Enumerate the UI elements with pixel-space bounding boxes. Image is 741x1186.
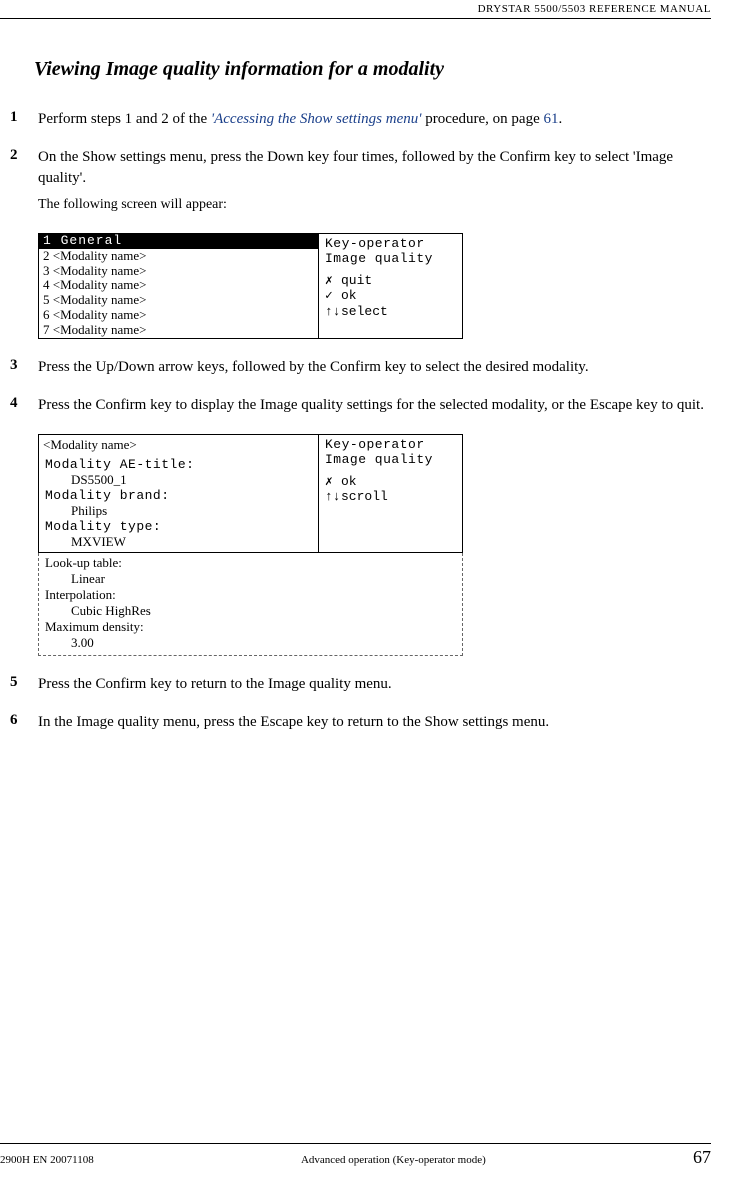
footer-page-number: 67 (693, 1147, 711, 1168)
field-label: Modality AE-title: (39, 457, 318, 472)
x-icon: ✗ (325, 273, 337, 289)
header-manual-title: DRYSTAR 5500/5503 REFERENCE MANUAL (478, 3, 711, 15)
header-rule (0, 18, 711, 19)
field-label: Modality brand: (39, 488, 318, 503)
step-text-post: . (558, 111, 562, 127)
action-quit: ✗ quit (325, 273, 456, 289)
menu-item-selected: 1 General (39, 234, 318, 249)
step-body: On the Show settings menu, press the Dow… (38, 147, 711, 214)
field-value: MXVIEW (39, 534, 318, 550)
step-5: 5 Press the Confirm key to return to the… (10, 674, 711, 694)
action-ok: ✓ ok (325, 288, 456, 304)
lcd-right-panel: Key-operator Image quality ✗ quit ✓ ok ↑… (319, 234, 462, 339)
menu-item: 3 <Modality name> (39, 264, 318, 279)
page-footer: 2900H EN 20071108 Advanced operation (Ke… (0, 1143, 711, 1168)
step-body: Press the Confirm key to return to the I… (38, 674, 711, 694)
field-value: 3.00 (39, 635, 462, 651)
field-label: Modality type: (39, 519, 318, 534)
updown-icon: ↑↓ (325, 489, 337, 505)
action-label: quit (341, 273, 372, 289)
field-label: Maximum density: (39, 619, 462, 635)
field-value: Cubic HighRes (39, 603, 462, 619)
field-label: Interpolation: (39, 587, 462, 603)
lcd-screen-menu: 1 General 2 <Modality name> 3 <Modality … (38, 233, 463, 340)
menu-item: 7 <Modality name> (39, 323, 318, 338)
lcd-mode-line1: Key-operator (325, 437, 456, 453)
page-content: Viewing Image quality information for a … (0, 0, 741, 732)
step-6: 6 In the Image quality menu, press the E… (10, 712, 711, 732)
action-label: select (341, 304, 388, 320)
field-value: Philips (39, 503, 318, 519)
step-text: On the Show settings menu, press the Dow… (38, 149, 673, 185)
step-3: 3 Press the Up/Down arrow keys, followed… (10, 357, 711, 377)
field-value: Linear (39, 571, 462, 587)
menu-item: 2 <Modality name> (39, 249, 318, 264)
step-text-pre: Perform steps 1 and 2 of the (38, 111, 211, 127)
action-select: ↑↓ select (325, 304, 456, 320)
action-label: ok (341, 288, 357, 304)
footer-section-name: Advanced operation (Key-operator mode) (301, 1154, 486, 1166)
footer-doc-id: 2900H EN 20071108 (0, 1154, 94, 1166)
step-text-mid: procedure, on page (421, 111, 543, 127)
step-number: 3 (10, 357, 38, 377)
step-number: 5 (10, 674, 38, 694)
updown-icon: ↑↓ (325, 304, 337, 320)
action-ok: ✗ ok (325, 474, 456, 490)
action-scroll: ↑↓ scroll (325, 489, 456, 505)
step-text: Press the Up/Down arrow keys, followed b… (38, 359, 589, 375)
modality-name-header: <Modality name> (39, 437, 318, 457)
step-subtext: The following screen will appear: (38, 196, 711, 215)
check-icon: ✓ (325, 288, 337, 304)
lcd-right-panel: Key-operator Image quality ✗ ok ↑↓ scrol… (319, 435, 462, 552)
step-2: 2 On the Show settings menu, press the D… (10, 147, 711, 214)
menu-item: 5 <Modality name> (39, 293, 318, 308)
section-title: Viewing Image quality information for a … (34, 58, 711, 81)
field-value: DS5500_1 (39, 472, 318, 488)
step-number: 4 (10, 395, 38, 415)
step-body: Press the Confirm key to display the Ima… (38, 395, 711, 415)
page-reference-link[interactable]: 61 (543, 111, 558, 127)
action-label: scroll (341, 489, 388, 505)
lcd-detail-top: <Modality name> Modality AE-title: DS550… (38, 434, 463, 553)
lcd-actions: ✗ ok ↑↓ scroll (325, 474, 456, 505)
step-body: In the Image quality menu, press the Esc… (38, 712, 711, 732)
lcd-detail-fields: <Modality name> Modality AE-title: DS550… (39, 435, 319, 552)
step-body: Perform steps 1 and 2 of the 'Accessing … (38, 109, 711, 129)
lcd-actions: ✗ quit ✓ ok ↑↓ select (325, 273, 456, 320)
step-1: 1 Perform steps 1 and 2 of the 'Accessin… (10, 109, 711, 129)
step-text: In the Image quality menu, press the Esc… (38, 714, 549, 730)
lcd-mode-line2: Image quality (325, 251, 456, 267)
step-4: 4 Press the Confirm key to display the I… (10, 395, 711, 415)
action-label: ok (341, 474, 357, 490)
lcd-mode-line1: Key-operator (325, 236, 456, 252)
step-number: 6 (10, 712, 38, 732)
lcd-scroll-area: Look-up table: Linear Interpolation: Cub… (38, 553, 463, 656)
menu-item: 6 <Modality name> (39, 308, 318, 323)
lcd-screen-detail: <Modality name> Modality AE-title: DS550… (38, 434, 463, 656)
lcd-menu-list: 1 General 2 <Modality name> 3 <Modality … (39, 234, 319, 339)
procedure-link[interactable]: 'Accessing the Show settings menu' (211, 111, 422, 127)
field-label: Look-up table: (39, 555, 462, 571)
menu-item: 4 <Modality name> (39, 278, 318, 293)
step-text: Press the Confirm key to return to the I… (38, 676, 392, 692)
step-text: Press the Confirm key to display the Ima… (38, 397, 704, 413)
x-icon: ✗ (325, 474, 337, 490)
lcd-mode-line2: Image quality (325, 452, 456, 468)
step-number: 2 (10, 147, 38, 214)
step-body: Press the Up/Down arrow keys, followed b… (38, 357, 711, 377)
step-number: 1 (10, 109, 38, 129)
